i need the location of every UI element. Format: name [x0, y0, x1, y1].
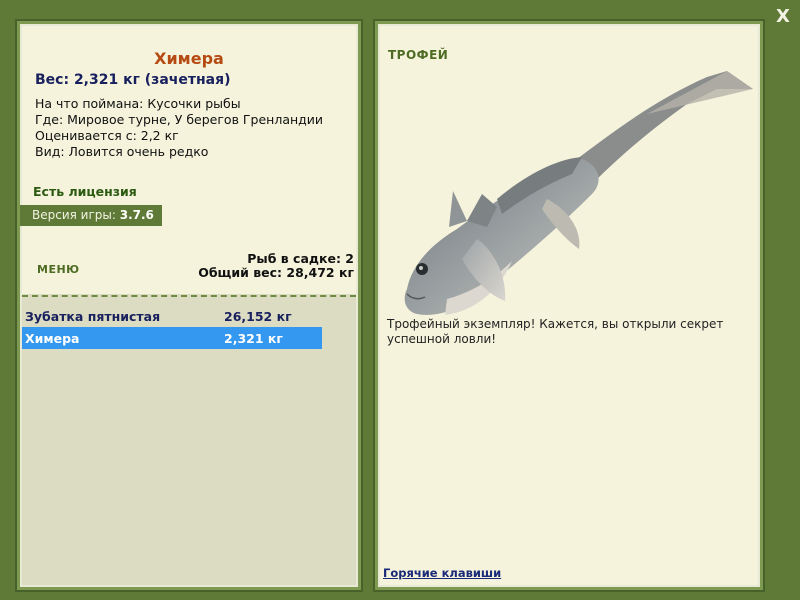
game-version: Версия игры: 3.7.6 [20, 205, 162, 226]
detail-bait: На что поймана: Кусочки рыбы [35, 96, 241, 111]
fish-name-title: Химера [154, 49, 224, 68]
menu-button[interactable]: МЕНЮ [37, 263, 80, 276]
close-icon[interactable]: X [772, 6, 794, 28]
detail-rarity: Вид: Ловится очень редко [35, 144, 209, 159]
chimera-fish-image [404, 71, 753, 315]
list-item-selected[interactable]: Химера 2,321 кг [22, 327, 322, 349]
cage-total-weight: Общий вес: 28,472 кг [198, 265, 354, 280]
version-label: Версия игры: [32, 208, 116, 222]
detail-rating: Оценивается с: 2,2 кг [35, 128, 179, 143]
divider [22, 295, 356, 297]
list-item-weight: 2,321 кг [224, 330, 283, 346]
fish-weight: Вес: 2,321 кг (зачетная) [35, 72, 231, 88]
catch-list: Зубатка пятнистая 26,152 кг Химера 2,321… [22, 305, 322, 349]
hotkeys-link[interactable]: Горячие клавиши [383, 566, 501, 580]
license-status: Есть лицензия [33, 184, 137, 199]
version-value: 3.7.6 [119, 208, 154, 222]
fish-info-panel: Химера Вес: 2,321 кг (зачетная) На что п… [15, 19, 363, 592]
cage-count: Рыб в садке: 2 [247, 251, 354, 266]
list-item-name: Зубатка пятнистая [25, 308, 161, 324]
detail-location: Где: Мировое турне, У берегов Гренландии [35, 112, 324, 127]
trophy-message: Трофейный экземпляр! Кажется, вы открыли… [387, 317, 724, 346]
list-item-weight: 26,152 кг [224, 308, 292, 324]
trophy-panel: ТРОФЕЙ Трофейный экземпляр! Кажется, вы … [373, 19, 765, 592]
cage-stats: Рыб в садке: 2 Общий вес: 28,472 кг [198, 252, 354, 280]
list-item-name: Химера [25, 330, 80, 346]
list-item[interactable]: Зубатка пятнистая 26,152 кг [22, 305, 322, 327]
fish-details: На что поймана: Кусочки рыбы Где: Мирово… [35, 96, 355, 160]
